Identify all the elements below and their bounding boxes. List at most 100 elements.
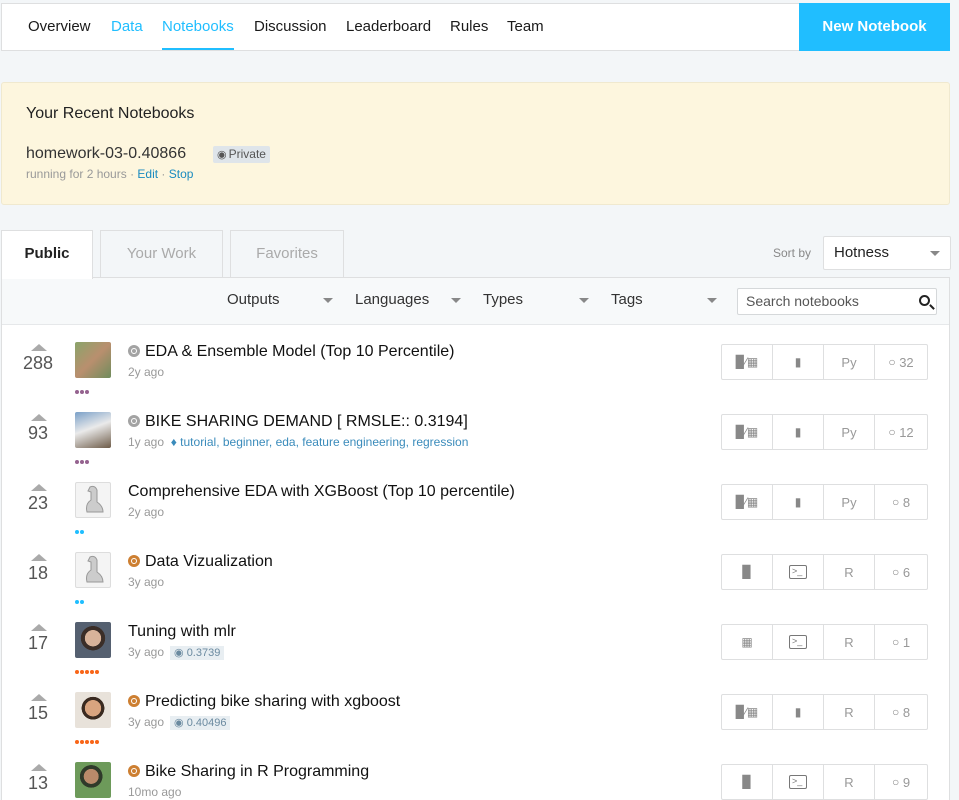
tab-data[interactable]: Data [111,4,143,50]
notebook-type-button[interactable]: >_ [773,765,824,799]
stop-link[interactable]: Stop [169,167,194,181]
comment-icon: ○ [888,425,896,439]
chevron-down-icon [451,298,461,303]
notebook-type-button[interactable]: >_ [773,555,824,589]
language-badge[interactable]: R [824,695,875,729]
filter-tags[interactable]: Tags [611,278,721,324]
recent-notebooks-heading: Your Recent Notebooks [26,105,195,122]
upvote-icon[interactable] [31,624,47,631]
notebook-type-button[interactable]: ▮ [773,415,824,449]
comments-button[interactable]: ○ 1 [875,625,927,659]
output-visualization-button[interactable]: ▉ [722,765,773,799]
comments-button[interactable]: ○ 8 [875,695,927,729]
notebook-title[interactable]: Comprehensive EDA with XGBoost (Top 10 p… [128,483,515,501]
notebook-meta: 10mo ago [128,785,182,799]
notebook-title[interactable]: Tuning with mlr [128,623,236,641]
notebook-title[interactable]: Predicting bike sharing with xgboost [128,693,400,711]
bronze-medal-icon [128,765,140,777]
output-data-button[interactable]: ▦ [722,625,773,659]
chart-table-icon: ▉⁄▦ [735,425,759,439]
tier-dots [75,591,85,604]
upvote-icon[interactable] [31,344,47,351]
tab-overview[interactable]: Overview [28,4,91,50]
notebook-icon: ▮ [794,705,802,719]
upvote-icon[interactable] [31,414,47,421]
recent-notebook-title[interactable]: homework-03-0.40866 [26,145,186,163]
tag-icon: ♦ [170,435,177,449]
language-badge[interactable]: Py [824,415,875,449]
list-item: 23 Comprehensive EDA with XGBoost (Top 1… [2,468,949,538]
script-icon: >_ [789,565,807,579]
language-badge[interactable]: Py [824,345,875,379]
language-badge[interactable]: R [824,555,875,589]
chart-icon: ▉ [742,775,752,789]
filter-types[interactable]: Types [483,278,593,324]
tab-public[interactable]: Public [1,230,93,279]
language-badge[interactable]: R [824,765,875,799]
sort-by-label: Sort by [773,246,812,260]
tab-leaderboard[interactable]: Leaderboard [346,4,431,50]
avatar[interactable] [75,482,111,518]
new-notebook-button[interactable]: New Notebook [799,3,950,51]
output-visualization-button[interactable]: ▉⁄▦ [722,695,773,729]
tab-notebooks[interactable]: Notebooks [162,4,234,50]
notebook-type-button[interactable]: ▮ [773,695,824,729]
comments-button[interactable]: ○ 6 [875,555,927,589]
output-visualization-button[interactable]: ▉⁄▦ [722,345,773,379]
notebook-type-button[interactable]: ▮ [773,485,824,519]
tier-dots [75,451,90,464]
avatar[interactable] [75,622,111,658]
tab-rules[interactable]: Rules [450,4,488,50]
competition-nav: Overview Data Notebooks Discussion Leade… [1,3,950,51]
comments-button[interactable]: ○ 8 [875,485,927,519]
notebook-type-button[interactable]: ▮ [773,345,824,379]
list-item: 13 Bike Sharing in R Programming 10mo ag… [2,748,949,800]
language-badge[interactable]: R [824,625,875,659]
avatar[interactable] [75,762,111,798]
vote-count: 15 [27,703,49,723]
output-visualization-button[interactable]: ▉⁄▦ [722,485,773,519]
comments-button[interactable]: ○ 32 [875,345,927,379]
filter-languages[interactable]: Languages [355,278,465,324]
tab-your-work[interactable]: Your Work [100,230,223,278]
avatar[interactable] [75,692,111,728]
tab-favorites[interactable]: Favorites [230,230,344,278]
notebook-meta: 2y ago [128,365,165,379]
search-icon[interactable] [919,295,930,306]
comments-button[interactable]: ○ 9 [875,765,927,799]
notebook-actions: ▉⁄▦ ▮ Py ○ 32 [721,344,928,380]
upvote-icon[interactable] [31,554,47,561]
output-visualization-button[interactable]: ▉ [722,555,773,589]
script-icon: >_ [789,775,807,789]
search-input[interactable]: Search notebooks [737,288,937,315]
language-badge[interactable]: Py [824,485,875,519]
notebook-title[interactable]: Bike Sharing in R Programming [128,763,369,781]
silver-medal-icon [128,415,140,427]
avatar[interactable] [75,342,111,378]
sort-select[interactable]: Hotness [823,236,951,270]
tab-team[interactable]: Team [507,4,544,50]
edit-link[interactable]: Edit [137,167,158,181]
notebook-title[interactable]: EDA & Ensemble Model (Top 10 Percentile) [128,343,454,361]
notebook-icon: ▮ [794,355,802,369]
notebook-type-button[interactable]: >_ [773,625,824,659]
notebook-actions: ▉⁄▦ ▮ R ○ 8 [721,694,928,730]
tab-discussion[interactable]: Discussion [254,4,327,50]
upvote-icon[interactable] [31,694,47,701]
avatar[interactable] [75,552,111,588]
avatar[interactable] [75,412,111,448]
upvote-icon[interactable] [31,764,47,771]
notebook-meta: 1y ago ♦ tutorial, beginner, eda, featur… [128,435,469,449]
filter-outputs[interactable]: Outputs [227,278,337,324]
notebook-tags[interactable]: tutorial, beginner, eda, feature enginee… [180,435,468,449]
chevron-down-icon [579,298,589,303]
comments-button[interactable]: ○ 12 [875,415,927,449]
vote-count: 288 [22,353,54,373]
upvote-icon[interactable] [31,484,47,491]
vote-count: 93 [27,423,49,443]
notebook-title[interactable]: BIKE SHARING DEMAND [ RMSLE:: 0.3194] [128,413,468,431]
output-visualization-button[interactable]: ▉⁄▦ [722,415,773,449]
chevron-down-icon [323,298,333,303]
notebook-title[interactable]: Data Vizualization [128,553,273,571]
tier-dots [75,661,100,674]
